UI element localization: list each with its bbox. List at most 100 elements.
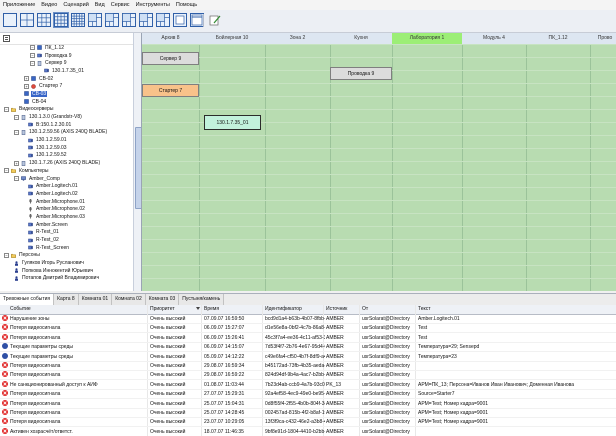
column-header[interactable]: Зона 2 [265, 33, 331, 44]
column-header[interactable]: Бойлерная 10 [199, 33, 266, 44]
events-column-header[interactable]: Событие [10, 305, 31, 314]
tree-item[interactable]: Попкова Иннокентий Юрьевич [0, 267, 133, 275]
layout-1plus7-icon[interactable] [104, 12, 120, 28]
column-header[interactable]: Модуль 4 [462, 33, 527, 44]
tree-item[interactable]: Amber.Logitech.01 [0, 182, 133, 190]
tree-item[interactable]: − Amber_Comp [0, 175, 133, 183]
events-column-header[interactable]: Время [204, 305, 219, 314]
tree-item[interactable]: 130.1.2.59.01 [0, 136, 133, 144]
tree-item[interactable]: R-Test_Screen [0, 244, 133, 252]
tree-item[interactable]: − 130.1.2.59.56 (AXIS 240Q BLADE) [0, 129, 133, 137]
menu-item[interactable]: Видео [38, 0, 60, 10]
expander-icon[interactable]: + [24, 76, 29, 82]
schedule-card[interactable]: Проводка 9 [330, 67, 392, 80]
column-header[interactable]: Архив 8 [142, 33, 200, 44]
column-header[interactable]: ПК_1.12 [526, 33, 591, 44]
expander-icon[interactable]: − [30, 45, 35, 51]
event-row[interactable]: Активен хозрасчёт/ответст. Очень высокий 1… [0, 427, 616, 436]
tree-scrollbar[interactable] [133, 33, 141, 291]
tree-item[interactable]: Amber.Microphone.03 [0, 213, 133, 221]
layout-1plus12-icon[interactable] [138, 12, 154, 28]
tree-item[interactable]: +130.1.7.26 (AXIS 240Q BLADE) [0, 159, 133, 167]
layout-5x5-icon[interactable] [70, 12, 86, 28]
event-row[interactable]: Текущие параметры среды Очень высокий 05.0… [0, 352, 616, 362]
expander-icon[interactable]: − [4, 252, 9, 258]
tree-item[interactable]: 130.1.2.59.52 [0, 152, 133, 160]
expander-icon[interactable]: − [14, 129, 19, 135]
event-row[interactable]: Потеря видеосигнала Очень высокий 27.07.07… [0, 390, 616, 400]
layout-2plus8-icon[interactable] [121, 12, 137, 28]
tree-item[interactable]: Amber.Microphone.01 [0, 198, 133, 206]
tree-item[interactable]: Amber.Screen [0, 221, 133, 229]
tree-item[interactable]: B:150.1.2.30.01 [0, 121, 133, 129]
schedule-card[interactable]: 130.1.7.35_01 [204, 115, 261, 130]
menu-item[interactable]: Сервис [108, 0, 133, 10]
tree-item[interactable]: Гуляков Игорь Русланович [0, 259, 133, 267]
tree-item[interactable]: − ПК_1.12 [0, 44, 133, 52]
expander-icon[interactable]: + [14, 160, 19, 166]
events-column-header[interactable]: Идентификатор [265, 305, 302, 314]
scroll-thumb[interactable] [135, 127, 141, 209]
expander-icon[interactable]: − [4, 106, 9, 112]
tree-item[interactable]: − Видеосерверы [0, 106, 133, 114]
layout-custom-icon[interactable] [155, 12, 171, 28]
tree-item[interactable]: 130.1.7.35_01 [0, 67, 133, 75]
expander-icon[interactable]: + [24, 83, 29, 89]
tab-6[interactable]: Пустыня/камень [179, 294, 225, 305]
tree-item[interactable]: − Компьютеры [0, 167, 133, 175]
expander-icon[interactable]: − [14, 176, 19, 182]
tree-item[interactable]: CB-04 [0, 98, 133, 106]
menu-item[interactable]: Приложение [0, 0, 38, 10]
schedule-card[interactable]: Стартер 7 [142, 84, 199, 97]
tab-4[interactable]: Комната 02 [112, 294, 146, 305]
expander-icon[interactable]: − [14, 114, 19, 120]
event-row[interactable]: Потеря видеосигнала Очень высокий 06.09.07… [0, 333, 616, 343]
event-row[interactable]: Потеря видеосигнала Очень высокий 25.07.07… [0, 409, 616, 419]
layout-single-icon[interactable] [172, 12, 188, 28]
column-header[interactable]: Кухня [330, 33, 393, 44]
layout-2x2-icon[interactable] [19, 12, 35, 28]
expander-icon[interactable]: − [30, 60, 35, 66]
events-column-header[interactable]: От [362, 305, 368, 314]
layout-1x1-icon[interactable] [2, 12, 18, 28]
event-row[interactable]: Потеря видеосигнала Очень высокий 23.07.07… [0, 418, 616, 428]
tree-item[interactable]: 130.1.2.59.03 [0, 144, 133, 152]
event-row[interactable]: Потеря видеосигнала Очень высокий 25.07.07… [0, 399, 616, 409]
tree-item[interactable]: Amber.Microphone.02 [0, 205, 133, 213]
events-column-header[interactable]: Источник [326, 305, 347, 314]
layout-1plus5-icon[interactable] [87, 12, 103, 28]
expander-icon[interactable]: − [4, 168, 9, 174]
tab-1[interactable]: Тревожные события [0, 294, 55, 305]
column-header[interactable]: Лаборатория 1 [392, 33, 463, 44]
layout-4x4-icon[interactable] [53, 12, 69, 28]
column-header[interactable]: Прово [590, 33, 616, 44]
tree-options-icon[interactable] [3, 35, 10, 42]
menu-item[interactable]: Инструменты [133, 0, 173, 10]
events-column-header[interactable]: Приоритет [150, 305, 175, 314]
menu-item[interactable]: Помощь [173, 0, 200, 10]
events-column-header[interactable]: Текст [418, 305, 431, 314]
tree-item[interactable]: R-Test_01 [0, 229, 133, 237]
tree-item[interactable]: CB-03 [0, 90, 133, 98]
tree-item[interactable]: Amber.Logitech.02 [0, 190, 133, 198]
tab-5[interactable]: Комната 03 [145, 294, 180, 305]
tree-item[interactable]: − 130.1.3.0 (Grandstr-V8) [0, 113, 133, 121]
event-row[interactable]: Нарушение зоны Очень высокий 07.09.07 16:5… [0, 315, 616, 325]
tab-3[interactable]: Комната 01 [78, 294, 113, 305]
tab-2[interactable]: Карта 8 [54, 294, 79, 305]
schedule-card[interactable]: Сервер 9 [142, 52, 199, 65]
event-row[interactable]: Потеря видеосигнала Очень высокий 29.08.07… [0, 362, 616, 372]
tree-item[interactable]: + Стартер 7 [0, 82, 133, 90]
tree-item[interactable]: − Проводка 9 [0, 52, 133, 60]
expander-icon[interactable]: − [30, 53, 35, 59]
tree-item[interactable]: + CB-02 [0, 75, 133, 83]
event-row[interactable]: Потеря видеосигнала Очень высокий 29.08.07… [0, 371, 616, 381]
layout-edit-icon[interactable] [207, 12, 223, 28]
event-row[interactable]: Не санкционированный доступ к АИФ Очень в… [0, 380, 616, 390]
tree-item[interactable]: − Сервер 9 [0, 59, 133, 67]
layout-3x3-icon[interactable] [36, 12, 52, 28]
menu-item[interactable]: Вид [92, 0, 108, 10]
tree-item[interactable]: − Персоны [0, 252, 133, 260]
tree-item[interactable]: R-Test_02 [0, 236, 133, 244]
menu-item[interactable]: Сценарий [60, 0, 91, 10]
